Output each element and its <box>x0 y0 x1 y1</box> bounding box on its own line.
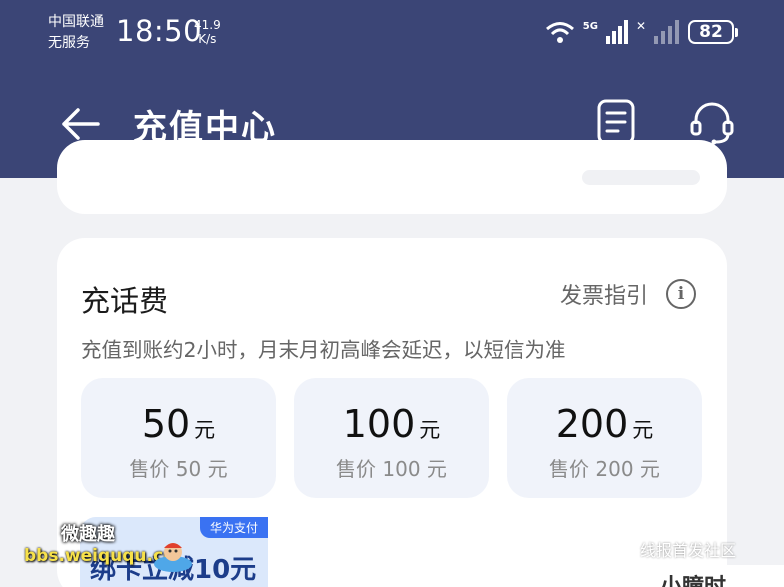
clock: 18:50 <box>116 14 203 48</box>
signal-5g-label: 5G <box>582 20 598 32</box>
carrier-name: 中国联通 <box>48 14 104 30</box>
invoice-guide-link[interactable]: 发票指引 i <box>560 278 697 310</box>
amount-number: 50 <box>141 402 191 446</box>
amount-option-200[interactable]: 200 元 售价 200 元 <box>507 378 702 498</box>
carrier-info: 中国联通 无服务 <box>48 12 104 54</box>
bottom-right-tile[interactable]: 小瞳时 <box>636 565 784 587</box>
info-icon[interactable]: i <box>666 279 697 309</box>
net-speed-value: 41.9 <box>194 18 221 32</box>
promo-tag: 华为支付 <box>199 517 268 538</box>
amount-option-50[interactable]: 50 元 售价 50 元 <box>81 378 276 498</box>
signal-bars-icon <box>654 20 679 44</box>
status-icons: 5G ✕ 82 <box>545 19 738 44</box>
watermark: 微趣趣 bbs.weiququ.cn <box>6 512 175 574</box>
amount-option-100[interactable]: 100 元 售价 100 元 <box>294 378 489 498</box>
bill-list-icon[interactable] <box>596 98 636 146</box>
carrier-status: 无服务 <box>48 35 90 51</box>
amount-options: 50 元 售价 50 元 100 元 售价 100 元 200 元 售价 200 元 <box>81 378 702 498</box>
battery-level: 82 <box>688 20 734 44</box>
amount-number: 200 <box>555 402 629 446</box>
headset-icon[interactable] <box>688 98 736 146</box>
amount-unit: 元 <box>632 418 654 442</box>
signal-5g-icon <box>605 20 628 44</box>
amount-number: 100 <box>342 402 416 446</box>
net-speed-unit: K/s <box>198 32 217 46</box>
amount-price: 售价 200 元 <box>549 457 660 481</box>
previous-card-button[interactable] <box>582 170 700 185</box>
watermark-slogan: 线报首发社区 <box>640 541 737 560</box>
battery-nub <box>735 27 738 37</box>
amount-unit: 元 <box>194 418 216 442</box>
invoice-guide-label[interactable]: 发票指引 <box>560 278 648 310</box>
watermark-title: 微趣趣 <box>61 524 115 545</box>
amount-unit: 元 <box>419 418 441 442</box>
signal-x-icon: ✕ <box>635 19 646 33</box>
amount-value: 200 元 <box>507 400 702 454</box>
wifi-icon <box>545 22 574 43</box>
mascot-icon <box>154 543 192 572</box>
bottom-right-tile-label: 小瞳时 <box>660 569 726 587</box>
amount-price: 售价 100 元 <box>336 457 447 481</box>
amount-value: 50 元 <box>81 400 276 454</box>
previous-card <box>57 140 727 214</box>
battery-icon: 82 <box>688 20 738 44</box>
amount-value: 100 元 <box>294 400 489 454</box>
recharge-title: 充话费 <box>81 284 169 318</box>
net-speed: 41.9 K/s <box>194 18 221 46</box>
amount-price: 售价 50 元 <box>129 457 228 481</box>
recharge-note: 充值到账约2小时，月末月初高峰会延迟，以短信为准 <box>81 338 566 362</box>
